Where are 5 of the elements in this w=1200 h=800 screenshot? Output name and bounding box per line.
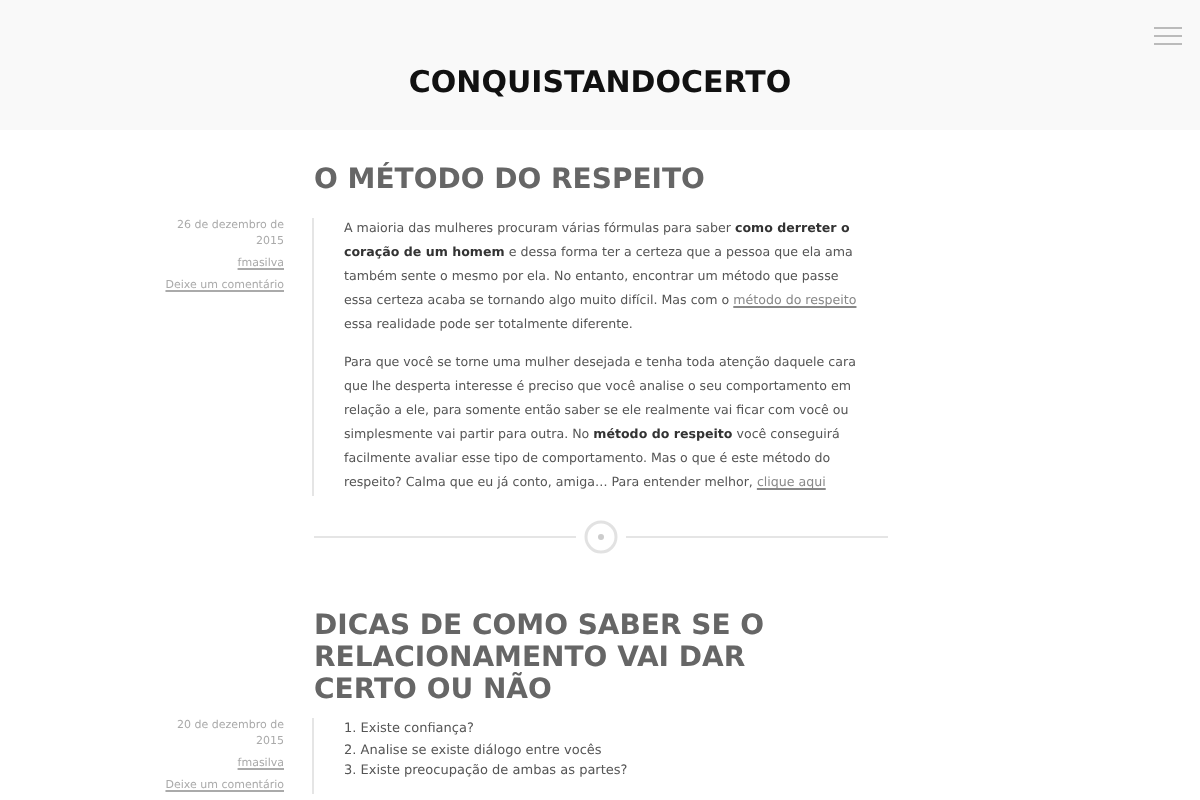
post-title[interactable]: O MÉTODO DO RESPEITO	[314, 164, 1200, 196]
post-title[interactable]: DICAS DE COMO SABER SE O RELACIONAMENTO VAI DAR CERTO OU NÃO	[314, 610, 854, 706]
menu-icon[interactable]	[1154, 26, 1182, 46]
divider-ornament-icon	[584, 520, 618, 554]
site-title[interactable]: CONQUISTANDOCERTO	[408, 59, 792, 105]
